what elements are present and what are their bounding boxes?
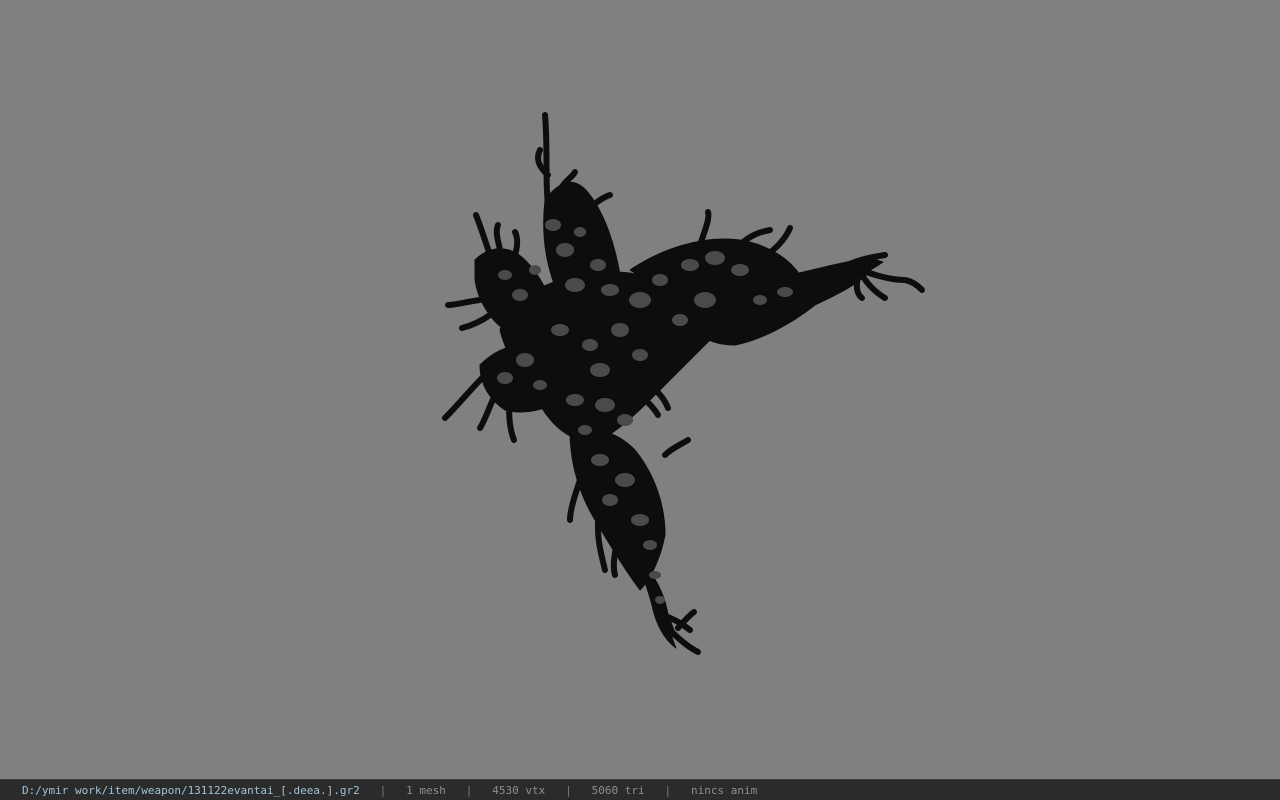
fan-weapon-model <box>442 112 925 655</box>
status-separator: | <box>664 783 672 797</box>
status-separator: | <box>379 783 387 797</box>
model-blade-bottom <box>569 427 666 591</box>
status-separator: | <box>465 783 473 797</box>
vertex-count: 4530 vtx <box>492 783 546 797</box>
triangle-count: 5060 tri <box>591 783 645 797</box>
status-separator: | <box>565 783 572 797</box>
file-path: D:/ymir work/item/weapon/131122evantai_[… <box>22 783 360 797</box>
model-silhouette <box>442 112 925 655</box>
mesh-count: 1 mesh <box>406 783 446 797</box>
status-bar: D:/ymir work/item/weapon/131122evantai_[… <box>0 779 1280 800</box>
animation-status: nincs anim <box>690 783 758 797</box>
3d-viewport[interactable] <box>0 0 1280 779</box>
